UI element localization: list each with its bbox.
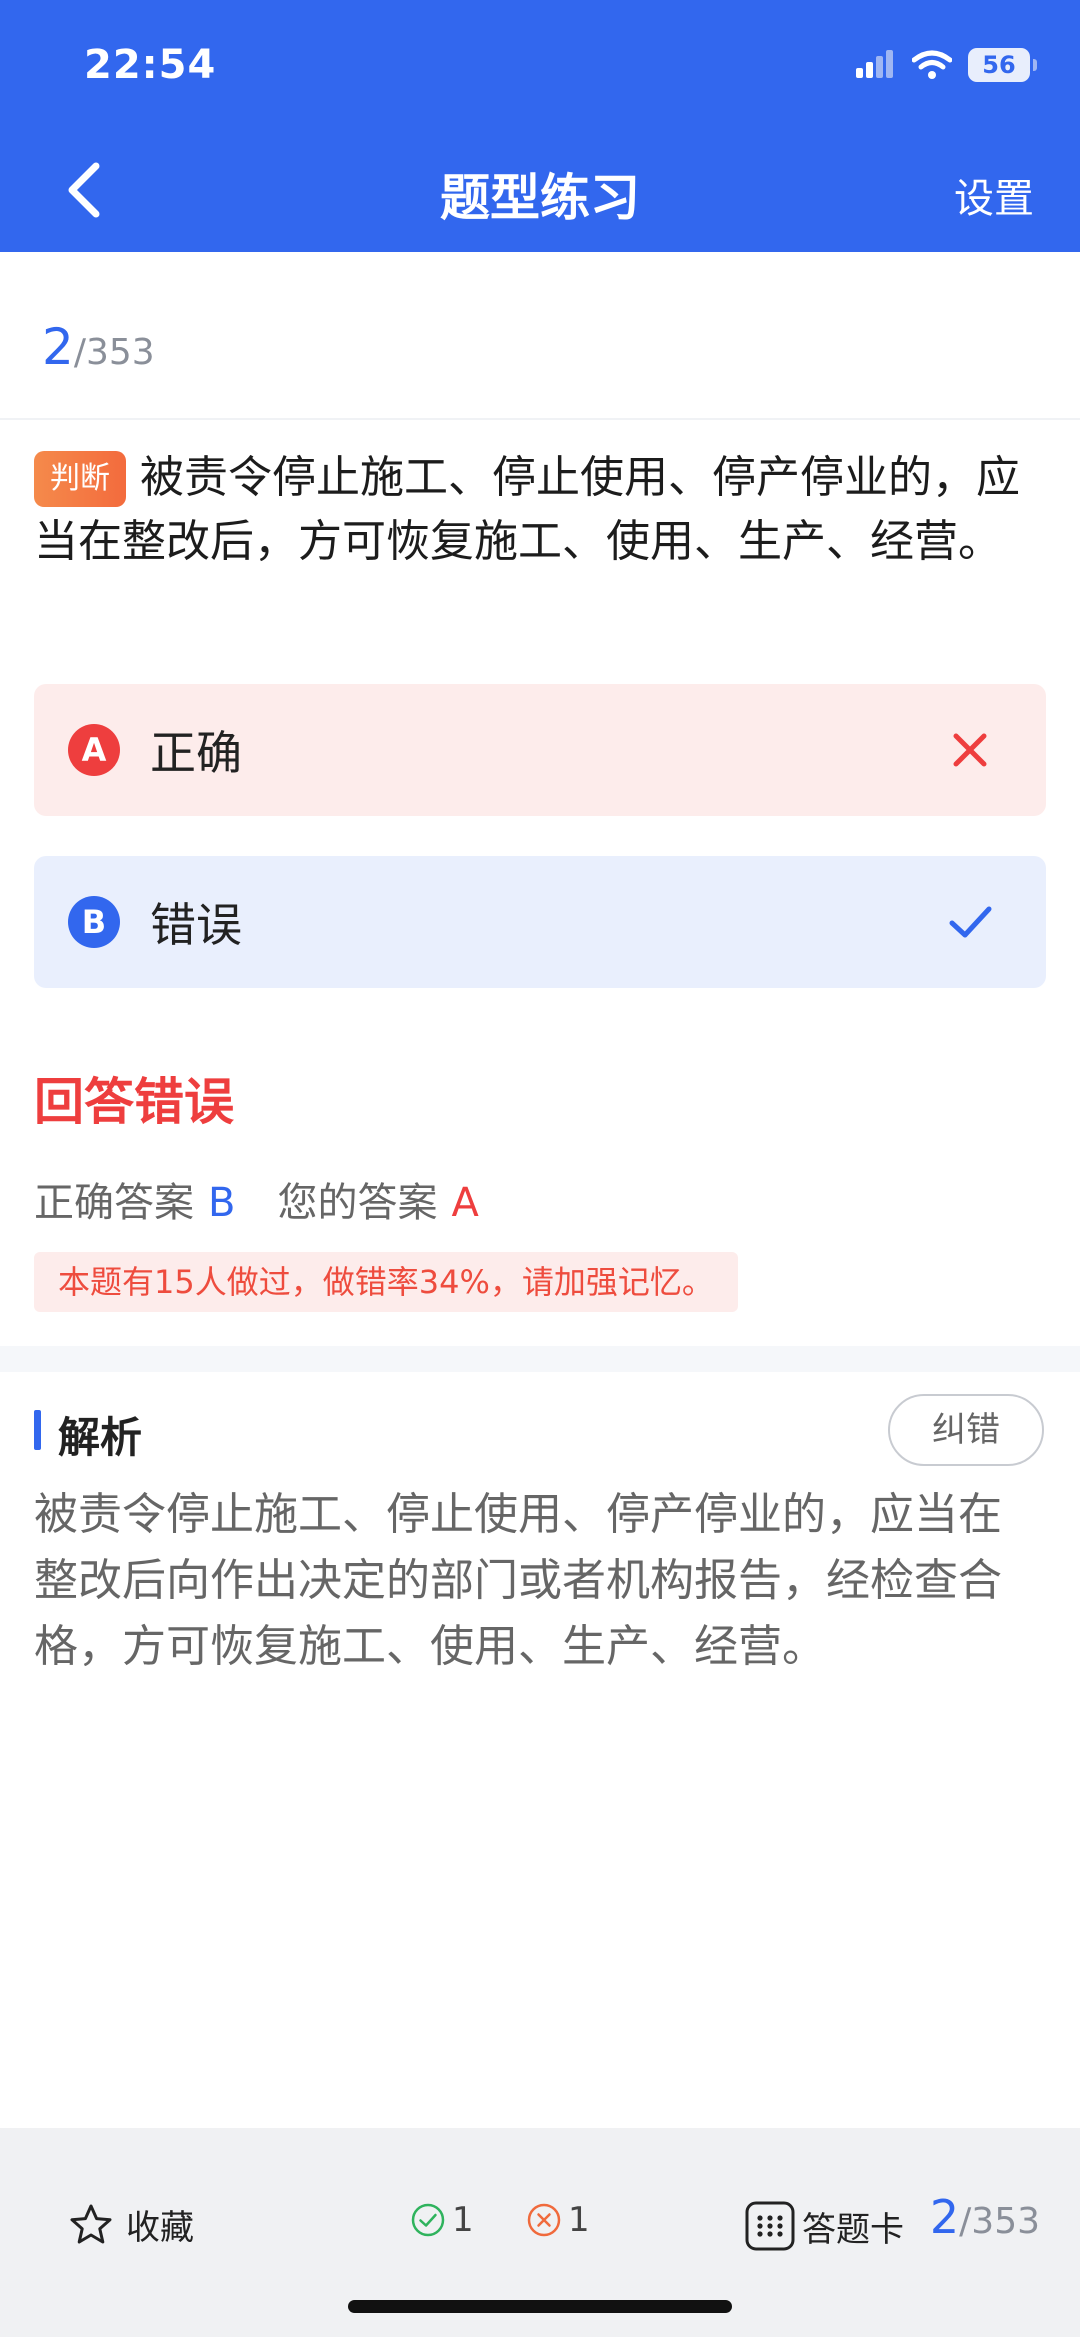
option-label: 正确: [150, 726, 242, 780]
option-letter-badge: A: [68, 724, 120, 776]
user-answer-label: 您的答案: [277, 1180, 438, 1226]
favorite-label: 收藏: [126, 2208, 194, 2248]
page-title: 题型练习: [440, 169, 640, 227]
answer-summary: 正确答案 B 您的答案 A: [34, 1170, 479, 1228]
progress-total: /353: [73, 332, 155, 373]
wifi-icon: [912, 50, 952, 79]
section-divider: [0, 1346, 1080, 1372]
divider: [0, 418, 1080, 420]
option-b[interactable]: B 错误: [34, 856, 1046, 988]
analysis-title: 解析: [58, 1413, 143, 1462]
question-text: 被责令停止施工、停止使用、停产停业的，应当在整改后，方可恢复施工、使用、生产、经…: [34, 452, 1020, 567]
answer-card-button[interactable]: 答题卡: [744, 2200, 904, 2252]
x-circle-icon: [527, 2203, 561, 2237]
option-label: 错误: [150, 898, 242, 952]
status-time: 22:54: [84, 42, 217, 88]
error-rate-note: 本题有15人做过，做错率34%，请加强记忆。: [34, 1252, 738, 1312]
header: 22:54 56 题型练习 设置: [0, 0, 1080, 252]
report-error-button[interactable]: 纠错: [888, 1394, 1044, 1466]
result-title: 回答错误: [34, 1073, 234, 1131]
progress-current: 2: [42, 318, 74, 376]
wrong-count-value: 1: [568, 2200, 590, 2240]
bottom-progress-total: /353: [959, 2201, 1040, 2242]
section-accent-bar: [34, 1410, 41, 1450]
grid-icon: [745, 2201, 795, 2251]
right-count: 1: [410, 2200, 474, 2240]
star-icon: [70, 2204, 112, 2243]
wrong-mark-icon: [953, 733, 987, 767]
home-indicator[interactable]: [348, 2300, 732, 2313]
bottom-progress-current: 2: [929, 2190, 960, 2244]
settings-button[interactable]: 设置: [954, 166, 1034, 224]
check-circle-icon: [411, 2203, 445, 2237]
question-stem: 判断 被责令停止施工、停止使用、停产停业的，应当在整改后，方可恢复施工、使用、生产…: [34, 446, 1044, 574]
check-mark-icon: [949, 906, 992, 938]
right-count-value: 1: [452, 2200, 474, 2240]
favorite-button[interactable]: 收藏: [68, 2200, 194, 2249]
practice-page: 22:54 56 题型练习 设置 2/353 判断 被责令停止施工、停止使用、停…: [0, 0, 1080, 2337]
correct-answer-label: 正确答案: [34, 1180, 194, 1226]
analysis-text: 被责令停止施工、停止使用、停产停业的，应当在整改后向作出决定的部门或者机构报告，…: [34, 1489, 1002, 1672]
bottom-progress: 2/353: [930, 2190, 1040, 2244]
answer-card-label: 答题卡: [802, 2209, 904, 2250]
cellular-signal-icon: [856, 50, 893, 78]
user-answer-value: A: [451, 1180, 479, 1226]
option-a[interactable]: A 正确: [34, 684, 1046, 816]
question-progress: 2/353: [42, 318, 155, 376]
option-letter-badge: B: [68, 896, 120, 948]
wrong-count: 1: [526, 2200, 590, 2240]
status-icons: 56: [856, 48, 1037, 82]
battery-indicator: 56: [968, 48, 1037, 82]
question-type-tag: 判断: [34, 451, 126, 507]
correct-answer-value: B: [208, 1180, 236, 1226]
